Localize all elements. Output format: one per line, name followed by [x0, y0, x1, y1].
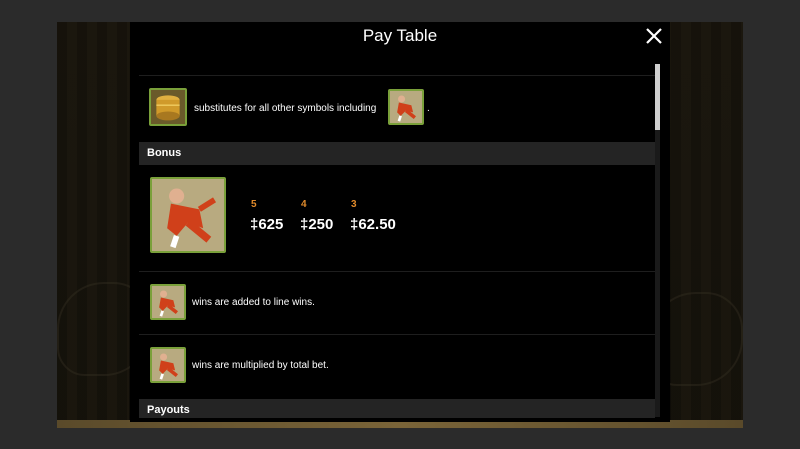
pay-count-5: 5 — [251, 199, 257, 210]
pay-count-3: 3 — [351, 199, 357, 210]
bonus-section-header: Bonus — [139, 142, 655, 165]
kung-fu-monk-symbol-icon — [150, 347, 186, 383]
scrollbar-thumb[interactable] — [655, 64, 660, 130]
payouts-section-header: Payouts — [139, 399, 655, 418]
pay-table-modal: Pay Table substitutes for all other symb… — [130, 22, 670, 422]
wild-row: substitutes for all other symbols includ… — [139, 76, 655, 142]
bonus-note-row: wins are added to line wins. — [139, 272, 655, 334]
bonus-pay-row: 5 ‡625 4 ‡250 3 ‡62.50 — [139, 165, 655, 271]
kung-fu-monk-symbol-icon — [388, 89, 424, 125]
modal-title: Pay Table — [362, 26, 438, 45]
wild-description: substitutes for all other symbols includ… — [194, 103, 377, 114]
wild-trailing: . — [427, 103, 430, 114]
bonus-note-multiplied: wins are multiplied by total bet. — [192, 360, 329, 371]
bonus-note-added: wins are added to line wins. — [192, 297, 315, 308]
modal-header: Pay Table — [130, 22, 670, 52]
close-icon — [646, 28, 662, 44]
pay-amount-3: ‡62.50 — [350, 216, 396, 233]
bonus-note-row: wins are multiplied by total bet. — [139, 335, 655, 399]
pay-table-content[interactable]: substitutes for all other symbols includ… — [139, 58, 655, 418]
previous-row-remnant — [139, 58, 655, 75]
golden-drum-symbol-icon — [149, 88, 187, 126]
scrollbar[interactable] — [655, 64, 660, 417]
pay-amount-5: ‡625 — [250, 216, 284, 233]
kung-fu-monk-symbol-icon — [150, 284, 186, 320]
pay-amount-4: ‡250 — [300, 216, 334, 233]
kung-fu-monk-symbol-icon — [150, 177, 226, 253]
close-button[interactable] — [642, 24, 666, 48]
pay-count-4: 4 — [301, 199, 307, 210]
